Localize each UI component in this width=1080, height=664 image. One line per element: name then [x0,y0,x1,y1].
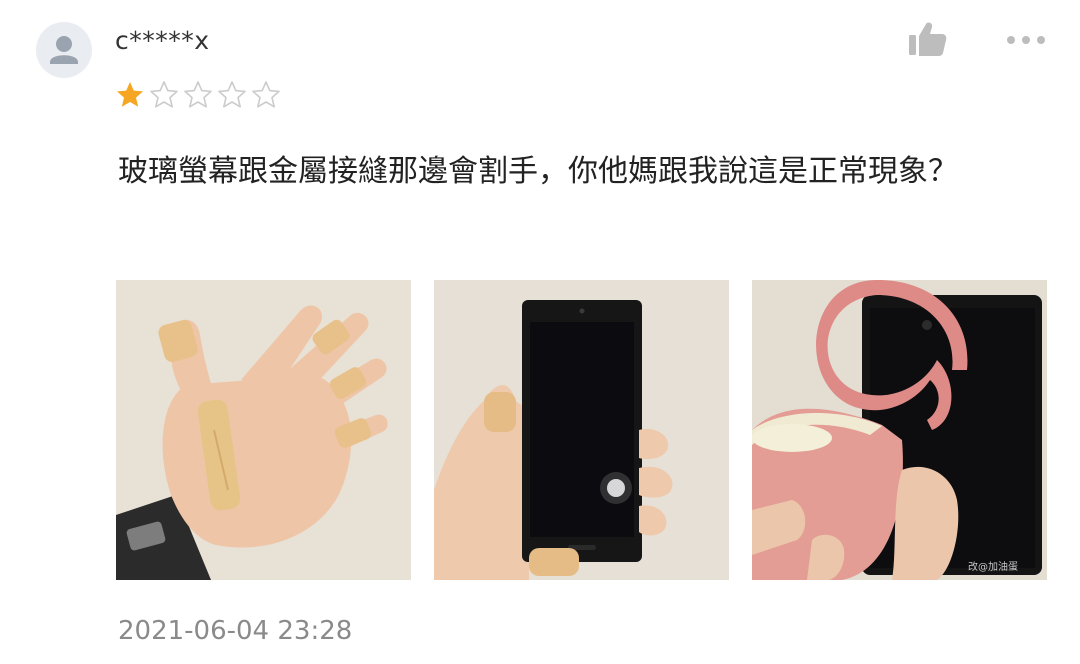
review-timestamp: 2021-06-04 23:28 [118,616,353,646]
photo-watermark: 改@加油蛋 [968,560,1018,573]
review-card: c*****x 玻璃螢幕跟金屬接縫那邊會割手，你他媽跟我說這是正常現象？ 改@加… [0,0,1080,664]
thumbs-up-icon [909,22,947,56]
star-empty-icon [150,81,178,108]
review-photo-2[interactable] [434,280,729,580]
star-rating [115,80,281,112]
star-empty-icon [218,81,246,108]
more-options-button[interactable] [1003,28,1049,52]
user-silhouette-icon [50,36,78,64]
username[interactable]: c*****x [115,26,210,55]
review-photo-1[interactable] [116,280,411,580]
star-empty-icon [184,81,212,108]
avatar[interactable] [36,22,92,78]
like-button[interactable] [906,20,950,60]
review-photo-3[interactable]: 改@加油蛋 [752,280,1047,580]
star-empty-icon [252,81,280,108]
ellipsis-icon [1007,36,1045,44]
star-filled-icon [117,82,143,107]
photo-grid: 改@加油蛋 [116,280,1047,580]
review-text: 玻璃螢幕跟金屬接縫那邊會割手，你他媽跟我說這是正常現象？ [118,154,958,189]
